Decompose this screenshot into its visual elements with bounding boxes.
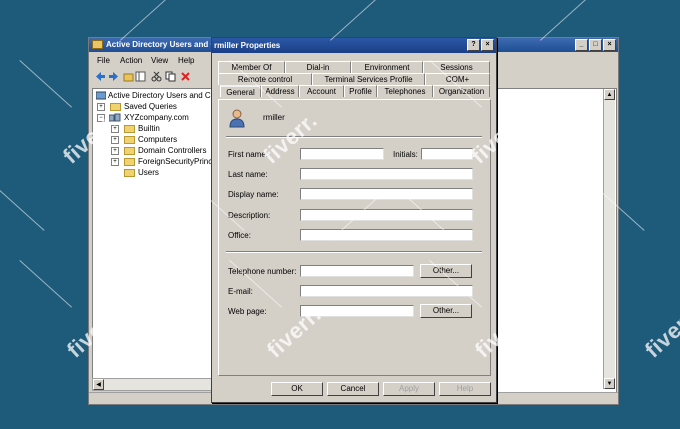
email-field[interactable]: [300, 285, 473, 297]
scroll-up-button[interactable]: ▲: [604, 89, 615, 100]
username-label: rmiller: [263, 113, 285, 122]
dialog-title-bar[interactable]: rmiller Properties ? ×: [212, 38, 496, 53]
help-button[interactable]: Help: [439, 382, 491, 396]
tab-member-of[interactable]: Member Of: [218, 61, 285, 73]
first-name-field[interactable]: [300, 148, 384, 160]
help-title-button[interactable]: ?: [467, 39, 480, 51]
tab-account[interactable]: Account: [299, 85, 344, 97]
apply-button[interactable]: Apply: [383, 382, 435, 396]
tab-com-plus[interactable]: COM+: [425, 73, 490, 85]
watermark-line: [19, 260, 73, 308]
cut-icon[interactable]: [151, 71, 162, 82]
forward-arrow-icon[interactable]: [108, 71, 119, 82]
up-folder-icon[interactable]: [123, 71, 134, 82]
menu-view[interactable]: View: [151, 56, 168, 65]
tab-terminal-services-profile[interactable]: Terminal Services Profile: [312, 73, 425, 85]
ok-button[interactable]: OK: [271, 382, 323, 396]
back-arrow-icon[interactable]: [95, 71, 106, 82]
menu-action[interactable]: Action: [120, 56, 142, 65]
tab-remote-control[interactable]: Remote control: [218, 73, 312, 85]
initials-label: Initials:: [393, 150, 418, 159]
cancel-button[interactable]: Cancel: [327, 382, 379, 396]
web-page-other-button[interactable]: Other...: [420, 304, 472, 318]
telephone-field[interactable]: [300, 265, 414, 277]
show-tree-icon[interactable]: [135, 71, 146, 82]
separator: [226, 136, 482, 138]
watermark-line: [540, 0, 593, 41]
menu-help[interactable]: Help: [178, 56, 194, 65]
delete-icon[interactable]: [180, 71, 191, 82]
tree-item-saved-queries[interactable]: Saved Queries: [124, 102, 177, 111]
display-name-field[interactable]: [300, 188, 473, 200]
expand-domain-controllers[interactable]: +: [111, 147, 119, 155]
tree-item-domain[interactable]: XYZcompany.com: [124, 113, 189, 122]
tab-general[interactable]: General: [220, 85, 261, 97]
folder-icon: [124, 125, 135, 133]
copy-icon[interactable]: [165, 71, 176, 82]
tree-item-users[interactable]: Users: [138, 168, 159, 177]
watermark-line: [0, 190, 45, 231]
folder-icon: [124, 158, 135, 166]
user-icon: [229, 109, 245, 128]
separator: [226, 251, 482, 253]
tree-item-domain-controllers[interactable]: Domain Controllers: [138, 146, 206, 155]
menu-file[interactable]: File: [97, 56, 110, 65]
folder-icon: [110, 103, 121, 111]
tab-dial-in[interactable]: Dial-in: [285, 61, 351, 73]
last-name-field[interactable]: [300, 168, 473, 180]
aduc-root-icon: [96, 91, 106, 100]
last-name-label: Last name:: [228, 170, 268, 179]
watermark-line: [19, 60, 73, 108]
minimize-button[interactable]: _: [575, 39, 588, 51]
expand-foreign-security-principals[interactable]: +: [111, 158, 119, 166]
expand-computers[interactable]: +: [111, 136, 119, 144]
tab-environment[interactable]: Environment: [351, 61, 423, 73]
scroll-left-button[interactable]: ◀: [93, 379, 104, 390]
office-field[interactable]: [300, 229, 473, 241]
description-label: Description:: [228, 211, 271, 220]
folder-icon: [124, 147, 135, 155]
scroll-down-button[interactable]: ▼: [604, 378, 615, 389]
description-field[interactable]: [300, 209, 473, 221]
close-button[interactable]: ×: [603, 39, 616, 51]
folder-icon: [124, 169, 135, 177]
web-page-label: Web page:: [228, 307, 267, 316]
aduc-app-icon: [92, 40, 103, 49]
tab-profile[interactable]: Profile: [344, 85, 377, 97]
tree-item-computers[interactable]: Computers: [138, 135, 177, 144]
maximize-button[interactable]: □: [589, 39, 602, 51]
office-label: Office:: [228, 231, 251, 240]
watermark-text: fiverr.: [640, 301, 680, 363]
tree-item-builtin[interactable]: Builtin: [138, 124, 160, 133]
tab-organization[interactable]: Organization: [433, 85, 490, 97]
watermark-line: [120, 0, 173, 41]
details-vertical-scrollbar[interactable]: ▲ ▼: [603, 89, 615, 389]
email-label: E-mail:: [228, 287, 253, 296]
folder-icon: [124, 136, 135, 144]
tab-telephones[interactable]: Telephones: [377, 85, 433, 97]
dialog-title: rmiller Properties: [214, 41, 281, 50]
properties-dialog: rmiller Properties ? × Member Of Dial-in…: [211, 37, 497, 403]
watermark-line: [330, 0, 383, 41]
dialog-close-button[interactable]: ×: [481, 39, 494, 51]
display-name-label: Display name:: [228, 190, 279, 199]
tree-horizontal-scrollbar[interactable]: ◀: [92, 378, 212, 391]
